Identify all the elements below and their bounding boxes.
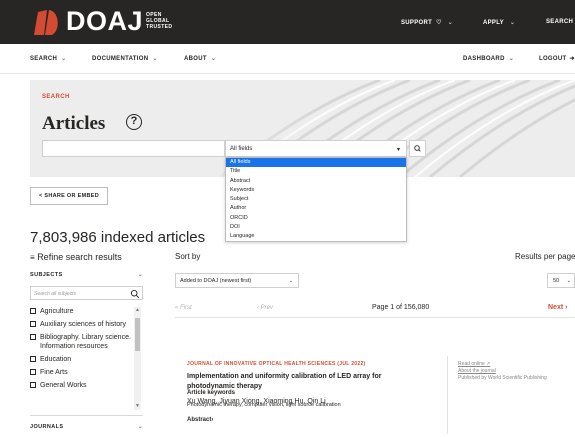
- subject-checkbox-item[interactable]: Agriculture: [30, 307, 133, 316]
- article-journal-name[interactable]: JOURNAL OF INNOVATIVE OPTICAL HEALTH SCI…: [187, 361, 366, 367]
- heart-icon: ♡: [436, 20, 442, 26]
- subjects-search-input[interactable]: Search all subjects: [30, 286, 143, 300]
- field-options-list: All fields Title Abstract Keywords Subje…: [225, 157, 407, 242]
- about-journal-link[interactable]: About the journal: [458, 368, 568, 375]
- breadcrumb: SEARCH: [42, 94, 70, 100]
- checkbox[interactable]: [30, 334, 36, 340]
- nav-dashboard[interactable]: DASHBOARD ⌄: [463, 55, 514, 62]
- scroll-up-arrow-icon[interactable]: ▲: [134, 307, 141, 314]
- secondary-nav: SEARCH ⌄ DOCUMENTATION ⌄ ABOUT ⌄ DASHBOARD ⌄…: [0, 44, 575, 74]
- logout-icon: ➜: [569, 56, 575, 62]
- prev-page-link[interactable]: ‹ Prev: [257, 305, 273, 311]
- sort-by-label: Sort by: [175, 252, 201, 261]
- field-option[interactable]: DOI: [226, 223, 406, 232]
- top-nav-support[interactable]: SUPPORT ♡ ⌄: [401, 19, 453, 26]
- subjects-list: Agriculture Auxiliary sciences of histor…: [30, 307, 133, 410]
- chevron-down-icon: ⌄: [210, 56, 217, 62]
- field-option[interactable]: Keywords: [226, 186, 406, 195]
- external-link-icon: ↗: [486, 361, 491, 367]
- brand-tagline: OPEN GLOBAL TRUSTED: [146, 12, 173, 30]
- abstract-toggle[interactable]: Abstract›: [187, 417, 213, 423]
- chevron-down-icon: ⌄: [137, 272, 143, 278]
- subject-checkbox-item[interactable]: General Works: [30, 381, 133, 390]
- scroll-thumb[interactable]: [135, 318, 140, 351]
- divider: [30, 415, 143, 416]
- subjects-facet-header[interactable]: SUBJECTS ⌄: [30, 272, 143, 278]
- doaj-logo-icon[interactable]: [30, 10, 60, 35]
- subject-checkbox-item[interactable]: Auxiliary sciences of history: [30, 320, 133, 329]
- search-icon: [130, 289, 140, 299]
- chevron-down-icon: ⌄: [288, 278, 293, 284]
- chevron-down-icon: ⌄: [508, 56, 515, 62]
- share-embed-button[interactable]: < SHARE OR EMBED: [30, 187, 108, 205]
- first-page-link[interactable]: « First: [175, 305, 192, 311]
- nav-documentation[interactable]: DOCUMENTATION ⌄: [92, 55, 158, 62]
- top-nav-apply[interactable]: APPLY ⌄: [483, 19, 515, 26]
- article-side-links: Read online ↗ About the journal Publishe…: [458, 361, 568, 382]
- checkbox[interactable]: [30, 321, 36, 327]
- next-page-link[interactable]: Next ›: [548, 304, 567, 311]
- chevron-down-icon: ⌄: [152, 56, 158, 62]
- divider: [447, 356, 448, 434]
- checkbox[interactable]: [30, 369, 36, 375]
- page-indicator: Page 1 of 156,080: [372, 304, 430, 311]
- nav-logout[interactable]: LOGOUT ➜: [539, 55, 575, 62]
- refine-heading: ≡ Refine search results: [30, 252, 122, 262]
- search-icon: [414, 145, 421, 152]
- field-option[interactable]: All fields: [226, 158, 406, 168]
- subject-checkbox-item[interactable]: Education: [30, 355, 133, 364]
- field-option[interactable]: ORCID: [226, 214, 406, 223]
- field-option[interactable]: Subject: [226, 195, 406, 204]
- nav-search[interactable]: SEARCH ⌄: [30, 55, 66, 62]
- field-option[interactable]: Title: [226, 167, 406, 176]
- top-nav-search[interactable]: SEARCH: [546, 19, 573, 25]
- read-online-link[interactable]: Read online ↗: [458, 361, 568, 368]
- checkbox[interactable]: [30, 382, 36, 388]
- results-count: 7,803,986 indexed articles: [30, 229, 206, 246]
- sort-select[interactable]: Added to DOAJ (newest first) ⌄: [175, 273, 299, 288]
- question-circle-icon[interactable]: ?: [126, 114, 142, 130]
- chevron-down-icon: ▾: [396, 147, 400, 153]
- field-select[interactable]: All fields ▾: [225, 140, 407, 157]
- article-keywords: Photodynamic therapy, computer vision, l…: [187, 402, 341, 408]
- results-per-page-select[interactable]: 50 ⌄: [547, 273, 575, 288]
- top-bar: DOAJ OPEN GLOBAL TRUSTED SUPPORT ♡ ⌄ APP…: [0, 0, 575, 44]
- sliders-icon: ≡: [30, 253, 35, 262]
- subjects-scrollbar[interactable]: ▲ ▼: [134, 307, 141, 410]
- subject-checkbox-item[interactable]: Fine Arts: [30, 368, 133, 377]
- nav-about[interactable]: ABOUT ⌄: [184, 55, 216, 62]
- search-input[interactable]: [42, 140, 225, 157]
- brand-name[interactable]: DOAJ: [66, 6, 143, 37]
- chevron-down-icon: ⌄: [447, 20, 454, 26]
- divider: [175, 317, 575, 318]
- search-button[interactable]: [409, 140, 426, 157]
- field-option[interactable]: Abstract: [226, 177, 406, 186]
- chevron-down-icon: ⌄: [137, 424, 143, 430]
- checkbox[interactable]: [30, 308, 36, 314]
- chevron-down-icon: ⌄: [566, 278, 571, 284]
- chevron-down-icon: ⌄: [509, 20, 516, 26]
- field-option[interactable]: Language: [226, 232, 406, 241]
- keywords-heading: Article keywords: [187, 390, 236, 396]
- subject-checkbox-item[interactable]: Bibliography. Library science. Informati…: [30, 333, 133, 351]
- results-per-page-label: Results per page: [515, 252, 575, 261]
- scroll-down-arrow-icon[interactable]: ▼: [134, 403, 141, 410]
- page-title: Articles: [42, 113, 106, 134]
- article-title[interactable]: Implementation and uniformity calibratio…: [187, 372, 417, 392]
- checkbox[interactable]: [30, 356, 36, 362]
- publisher-info: Published by World Scientific Publishing: [458, 375, 547, 381]
- field-option[interactable]: Author: [226, 204, 406, 213]
- chevron-down-icon: ⌄: [61, 56, 67, 62]
- journals-facet-header[interactable]: JOURNALS ⌄: [30, 424, 143, 430]
